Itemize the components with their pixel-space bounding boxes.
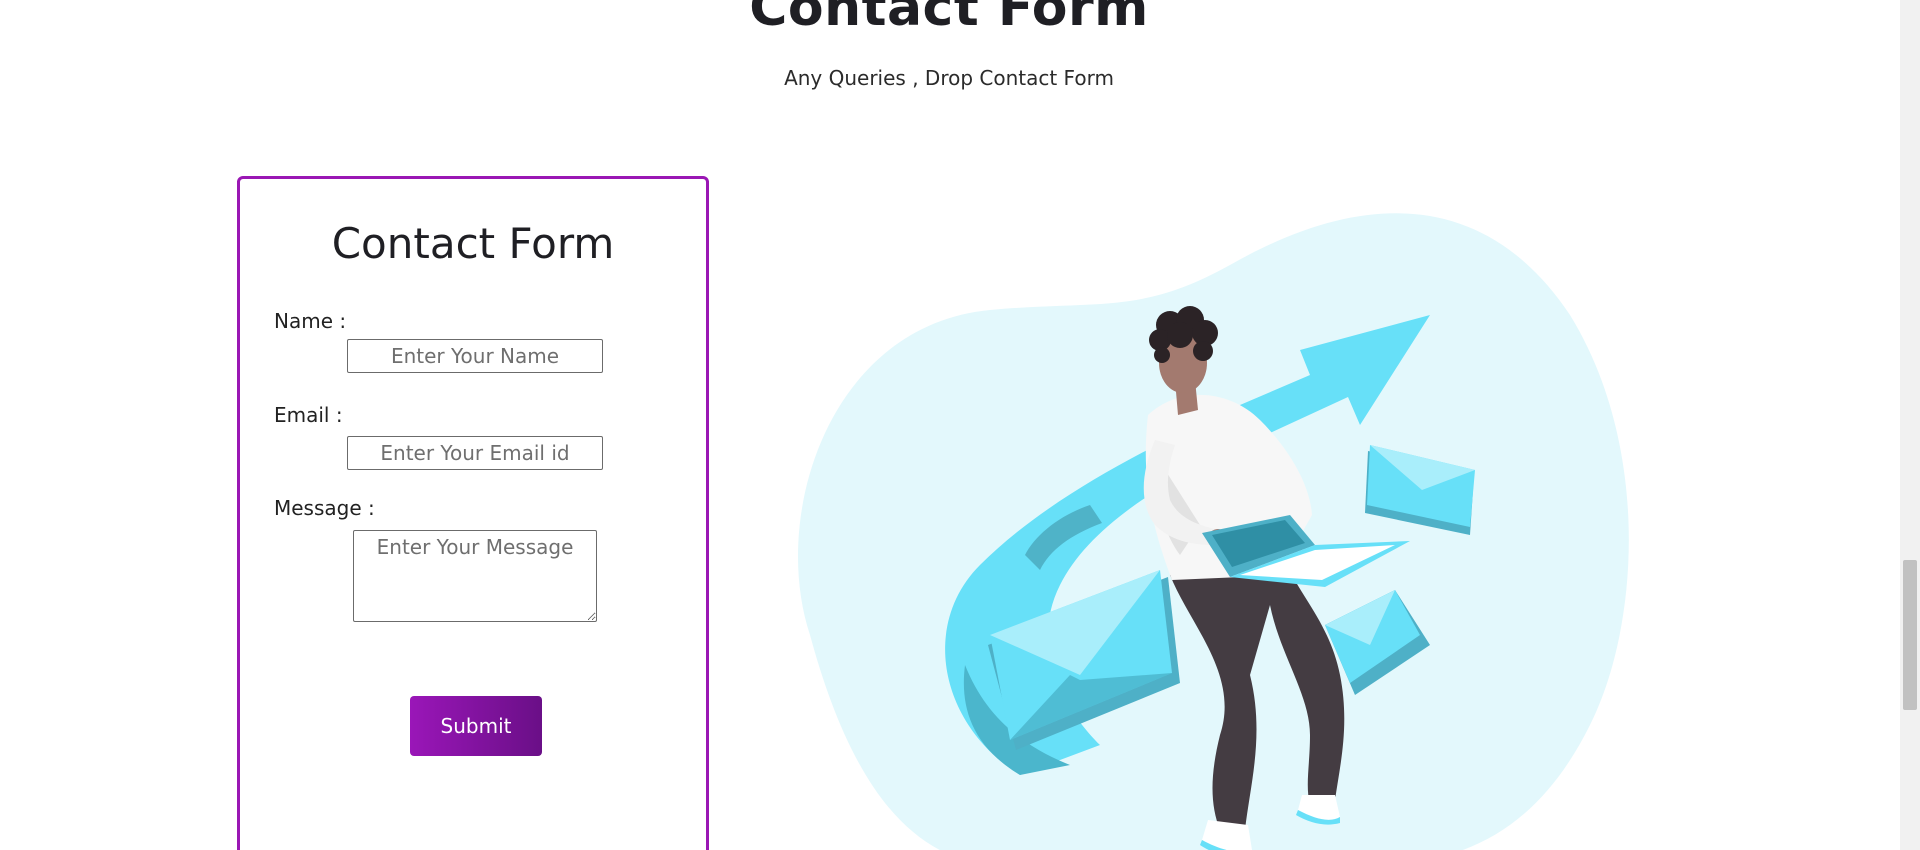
page-subtitle: Any Queries , Drop Contact Form xyxy=(784,66,1114,90)
scrollbar-thumb[interactable] xyxy=(1903,560,1917,710)
name-input[interactable] xyxy=(347,339,603,373)
contact-page: Contact Form Any Queries , Drop Contact … xyxy=(0,0,1920,850)
submit-button[interactable]: Submit xyxy=(410,696,542,756)
page-title: Contact Form xyxy=(749,0,1149,38)
email-label: Email : xyxy=(274,403,343,427)
email-input[interactable] xyxy=(347,436,603,470)
contact-form-card: Contact Form Name : Email : Message : Su… xyxy=(237,176,709,850)
message-label: Message : xyxy=(274,496,375,520)
name-label: Name : xyxy=(274,309,347,333)
scrollbar[interactable] xyxy=(1900,0,1920,850)
form-title: Contact Form xyxy=(331,219,615,268)
person-with-laptop-illustration xyxy=(798,213,1629,850)
message-textarea[interactable] xyxy=(353,530,597,622)
